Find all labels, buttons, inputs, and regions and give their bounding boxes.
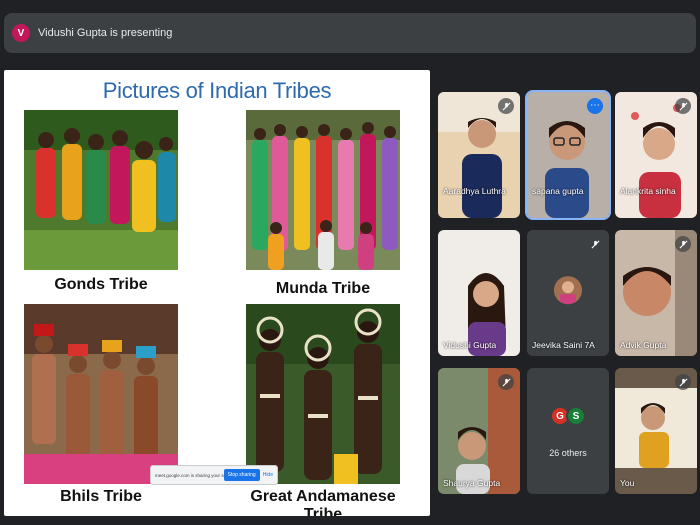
avatar: S xyxy=(566,406,586,426)
mic-off-icon xyxy=(675,374,691,390)
mic-off-icon xyxy=(675,98,691,114)
participant-tile-alankrita[interactable]: Alankrita sinha xyxy=(615,92,697,218)
mic-off-icon xyxy=(498,98,514,114)
bhils-caption: Bhils Tribe xyxy=(60,488,142,505)
shared-screen: Pictures of Indian Tribes Gonds Tribe Mu… xyxy=(4,70,430,516)
more-options-icon[interactable]: ⋯ xyxy=(587,98,603,114)
participant-name: Alankrita sinha xyxy=(620,186,676,196)
mic-off-icon xyxy=(675,236,691,252)
others-avatars: G S xyxy=(550,406,586,426)
participant-name: Advik Gupta xyxy=(620,340,667,350)
participant-tile-sapana[interactable]: ⋯ sapana gupta xyxy=(525,90,611,220)
participant-tile-jeevika[interactable]: Jeevika Saini 7A xyxy=(527,230,609,356)
presenter-bar: V Vidushi Gupta is presenting xyxy=(4,13,696,53)
participant-tile-shaurya[interactable]: Shaurya Gupta xyxy=(438,368,520,494)
andamanese-caption: Great Andamanese Tribe xyxy=(250,488,396,516)
participant-tile-vidushi[interactable]: Vidushi Gupta xyxy=(438,230,520,356)
andamanese-tribe-photo xyxy=(246,304,400,484)
others-tile[interactable]: G S 26 others xyxy=(527,368,609,494)
hide-banner-link[interactable]: Hide xyxy=(263,472,273,478)
munda-tribe-photo xyxy=(246,110,400,270)
participant-tile-advik[interactable]: Advik Gupta xyxy=(615,230,697,356)
screen-share-banner: meet.google.com is sharing your screen. … xyxy=(150,465,278,485)
munda-caption: Munda Tribe xyxy=(275,280,371,297)
participant-name: sapana gupta xyxy=(532,186,584,196)
participant-tile-aaradhya[interactable]: Aaradhya Luthra xyxy=(438,92,520,218)
bhils-tribe-photo xyxy=(24,304,178,484)
others-count: 26 others xyxy=(549,448,587,458)
gonds-caption: Gonds Tribe xyxy=(54,276,148,293)
mic-off-icon xyxy=(587,236,603,252)
presenter-label: Vidushi Gupta is presenting xyxy=(38,27,173,39)
participant-name: Vidushi Gupta xyxy=(443,340,497,350)
share-banner-message: meet.google.com is sharing your screen. xyxy=(155,472,224,478)
participant-name: Aaradhya Luthra xyxy=(443,186,506,196)
presenter-avatar: V xyxy=(12,24,30,42)
participant-name: Jeevika Saini 7A xyxy=(532,340,595,350)
participant-tile-you[interactable]: You xyxy=(615,368,697,494)
mic-off-icon xyxy=(498,374,514,390)
gonds-tribe-photo xyxy=(24,110,178,270)
stop-sharing-button[interactable]: Stop sharing xyxy=(223,469,260,481)
slide-title: Pictures of Indian Tribes xyxy=(102,78,332,103)
avatar xyxy=(554,276,582,305)
participant-name: Shaurya Gupta xyxy=(443,478,501,488)
participant-name: You xyxy=(620,478,635,488)
